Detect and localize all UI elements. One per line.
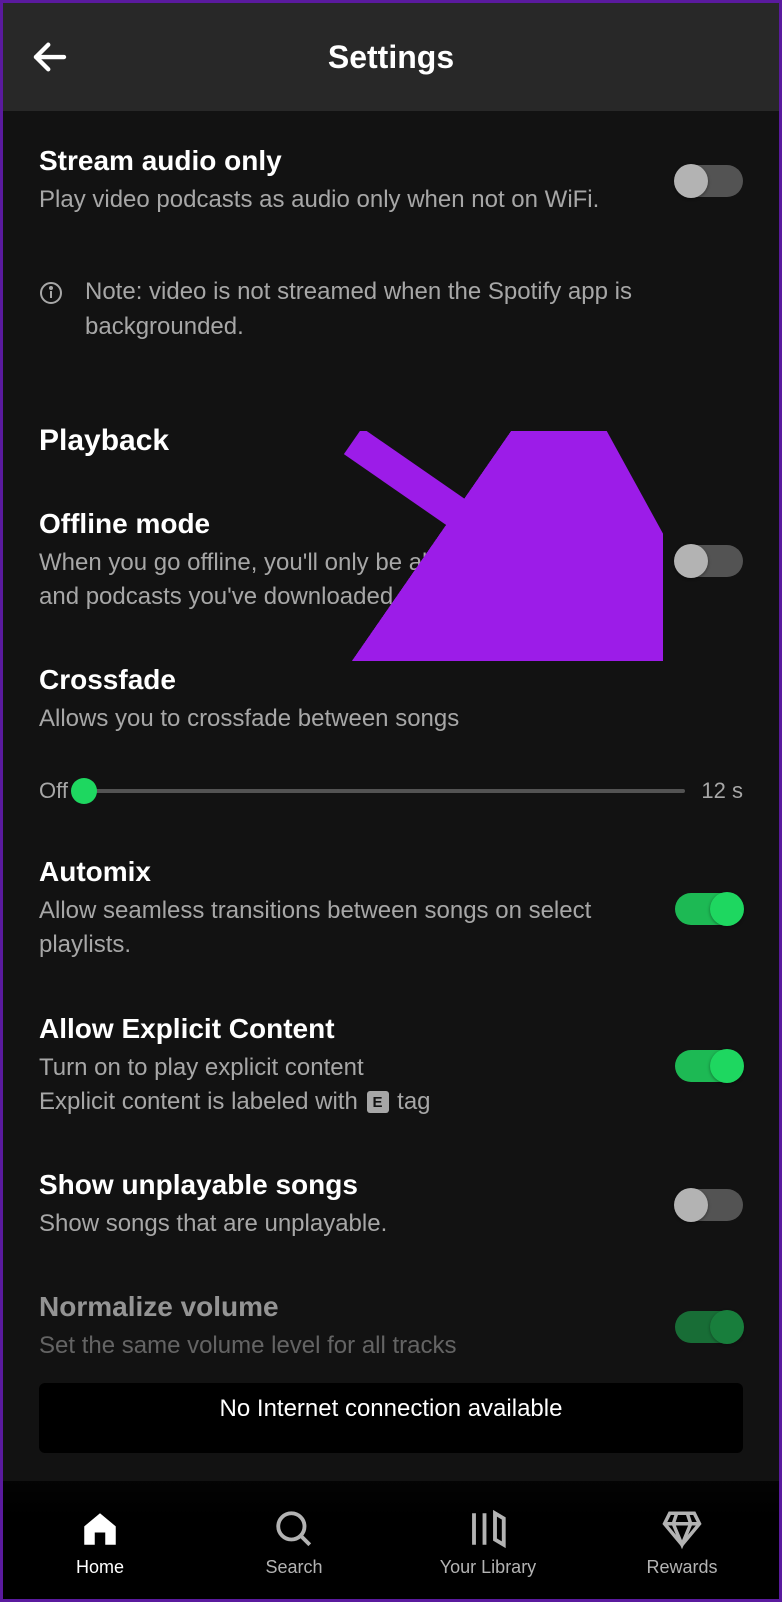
- section-header-playback: Playback: [39, 424, 743, 458]
- page-title: Settings: [328, 39, 454, 76]
- nav-label: Rewards: [646, 1557, 717, 1578]
- info-icon: [39, 281, 63, 305]
- toggle-knob: [674, 1188, 708, 1222]
- bottom-nav: Home Search Your Library Rewards: [3, 1481, 779, 1599]
- explicit-toggle[interactable]: [675, 1050, 743, 1082]
- explicit-badge: E: [367, 1091, 389, 1113]
- setting-automix[interactable]: Automix Allow seamless transitions betwe…: [39, 856, 743, 962]
- setting-crossfade: Crossfade Allows you to crossfade betwee…: [39, 664, 743, 804]
- setting-title: Normalize volume: [39, 1291, 645, 1323]
- video-background-note: Note: video is not streamed when the Spo…: [39, 275, 743, 344]
- setting-text: Show unplayable songs Show songs that ar…: [39, 1169, 645, 1241]
- crossfade-slider[interactable]: [84, 789, 685, 793]
- setting-description: Allows you to crossfade between songs: [39, 702, 743, 736]
- unplayable-toggle[interactable]: [675, 1189, 743, 1221]
- stream-audio-toggle[interactable]: [675, 165, 743, 197]
- no-internet-toast: No Internet connection available: [39, 1383, 743, 1453]
- note-text: Note: video is not streamed when the Spo…: [85, 275, 723, 344]
- nav-library[interactable]: Your Library: [391, 1507, 585, 1578]
- setting-text: Allow Explicit Content Turn on to play e…: [39, 1013, 645, 1119]
- slider-min-label: Off: [39, 778, 68, 804]
- home-icon: [79, 1508, 121, 1550]
- offline-mode-toggle[interactable]: [675, 545, 743, 577]
- normalize-toggle[interactable]: [675, 1311, 743, 1343]
- setting-show-unplayable[interactable]: Show unplayable songs Show songs that ar…: [39, 1169, 743, 1241]
- setting-text: Stream audio only Play video podcasts as…: [39, 145, 645, 217]
- setting-description: Show songs that are unplayable.: [39, 1207, 645, 1241]
- setting-title: Stream audio only: [39, 145, 645, 177]
- setting-allow-explicit[interactable]: Allow Explicit Content Turn on to play e…: [39, 1013, 743, 1119]
- nav-label: Home: [76, 1557, 124, 1578]
- setting-offline-mode[interactable]: Offline mode When you go offline, you'll…: [39, 508, 743, 614]
- explicit-desc-line2b: tag: [391, 1088, 431, 1115]
- nav-rewards[interactable]: Rewards: [585, 1507, 779, 1578]
- explicit-desc-line1: Turn on to play explicit content: [39, 1054, 364, 1081]
- toggle-knob: [710, 1310, 744, 1344]
- crossfade-slider-row: Off 12 s: [39, 778, 743, 804]
- setting-description: Play video podcasts as audio only when n…: [39, 183, 645, 217]
- arrow-left-icon: [29, 36, 71, 78]
- setting-description: Allow seamless transitions between songs…: [39, 894, 645, 962]
- search-icon: [273, 1508, 315, 1550]
- toggle-knob: [674, 544, 708, 578]
- nav-home[interactable]: Home: [3, 1507, 197, 1578]
- nav-search[interactable]: Search: [197, 1507, 391, 1578]
- setting-text: Offline mode When you go offline, you'll…: [39, 508, 645, 614]
- setting-title: Offline mode: [39, 508, 645, 540]
- explicit-desc-line2a: Explicit content is labeled with: [39, 1088, 365, 1115]
- toggle-knob: [674, 164, 708, 198]
- library-icon: [467, 1508, 509, 1550]
- settings-header: Settings: [3, 3, 779, 111]
- automix-toggle[interactable]: [675, 893, 743, 925]
- toggle-knob: [710, 1049, 744, 1083]
- setting-stream-audio-only[interactable]: Stream audio only Play video podcasts as…: [39, 145, 743, 217]
- setting-description: When you go offline, you'll only be able…: [39, 546, 645, 614]
- setting-title: Automix: [39, 856, 645, 888]
- diamond-icon: [661, 1508, 703, 1550]
- slider-thumb[interactable]: [71, 778, 97, 804]
- slider-max-label: 12 s: [701, 778, 743, 804]
- nav-label: Search: [265, 1557, 322, 1578]
- settings-content: Stream audio only Play video podcasts as…: [3, 111, 779, 1363]
- setting-text: Normalize volume Set the same volume lev…: [39, 1291, 645, 1363]
- back-button[interactable]: [27, 34, 73, 80]
- setting-description: Turn on to play explicit content Explici…: [39, 1051, 645, 1119]
- setting-title: Show unplayable songs: [39, 1169, 645, 1201]
- setting-title: Allow Explicit Content: [39, 1013, 645, 1045]
- setting-text: Automix Allow seamless transitions betwe…: [39, 856, 645, 962]
- setting-title: Crossfade: [39, 664, 743, 696]
- setting-description: Set the same volume level for all tracks: [39, 1329, 645, 1363]
- toggle-knob: [710, 892, 744, 926]
- setting-normalize-volume[interactable]: Normalize volume Set the same volume lev…: [39, 1291, 743, 1363]
- nav-label: Your Library: [440, 1557, 536, 1578]
